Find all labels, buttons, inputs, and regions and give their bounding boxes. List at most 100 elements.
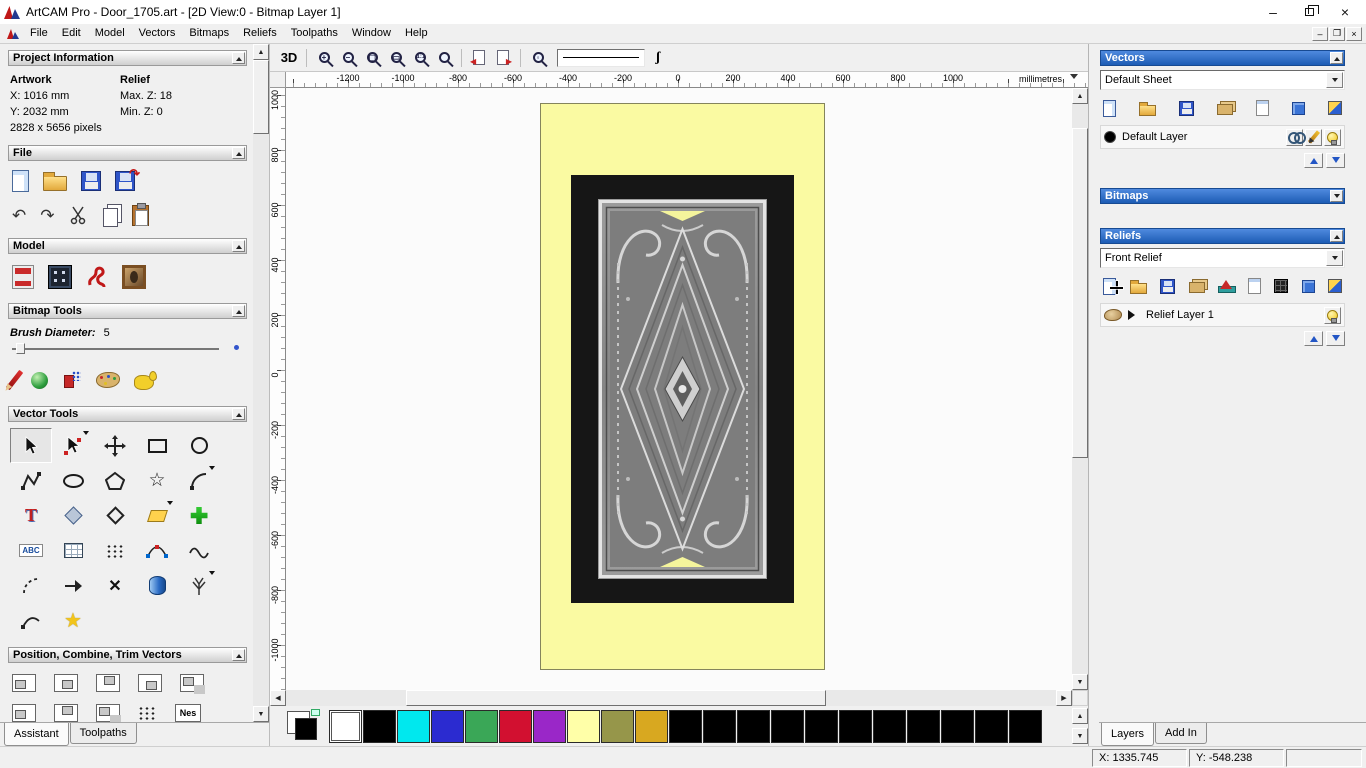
new-relief-layer-icon[interactable] — [1103, 277, 1116, 295]
zoom-selection-button[interactable]: ◦ — [527, 47, 549, 69]
nesting-icon[interactable]: Nes — [175, 704, 201, 722]
link-layer-button[interactable] — [1286, 128, 1306, 146]
brush-diameter-slider[interactable] — [12, 342, 239, 356]
palette-swatch[interactable] — [329, 709, 362, 743]
freehand-pen-button[interactable]: ʃ — [647, 47, 669, 69]
open-file-icon[interactable] — [43, 172, 67, 191]
palette-swatch[interactable] — [533, 709, 566, 743]
tab-assistant[interactable]: Assistant — [4, 723, 69, 746]
edit-layer-button[interactable] — [1305, 128, 1322, 146]
scroll-thumb[interactable] — [406, 690, 826, 706]
layer-name[interactable]: Default Layer — [1122, 131, 1284, 143]
menu-window[interactable]: Window — [345, 25, 398, 42]
create-text-tool[interactable]: T — [10, 498, 52, 533]
spray-icon[interactable] — [62, 370, 82, 390]
new-sheet-icon[interactable] — [1256, 100, 1269, 116]
block-copy-tool[interactable] — [178, 498, 220, 533]
close-button[interactable]: × — [1327, 1, 1363, 23]
direction-tool[interactable] — [52, 568, 94, 603]
scroll-track[interactable] — [1072, 104, 1088, 674]
align-grid-icon[interactable] — [96, 704, 120, 722]
slider-thumb[interactable] — [16, 343, 25, 354]
create-circle-tool[interactable] — [178, 428, 220, 463]
open-relief-layer-icon[interactable] — [1129, 279, 1147, 294]
align-left-icon[interactable] — [12, 674, 36, 692]
open-vector-layer-icon[interactable] — [1139, 101, 1156, 116]
new-vector-layer-icon[interactable] — [1103, 99, 1116, 117]
save-vector-layer-icon[interactable] — [1179, 100, 1194, 116]
palette-swatch[interactable] — [771, 709, 804, 743]
greyscale-view-icon[interactable] — [48, 265, 72, 289]
palette-swatch[interactable] — [635, 709, 668, 743]
greyscale-preview-icon[interactable] — [1274, 279, 1288, 293]
scroll-right-button[interactable]: ▶ — [1056, 690, 1072, 706]
dropdown-button[interactable] — [1326, 250, 1343, 266]
create-ellipse-tool[interactable] — [52, 463, 94, 498]
layer-color-swatch[interactable] — [1104, 131, 1116, 143]
create-rectangle-tool[interactable] — [136, 428, 178, 463]
sphere-paint-icon[interactable] — [31, 371, 48, 389]
layer-visibility-button[interactable] — [1324, 128, 1341, 146]
scroll-up-button[interactable]: ▲ — [253, 44, 269, 60]
scroll-left-button[interactable]: ◀ — [270, 690, 286, 706]
toggle-3d-view-button[interactable]: 3D — [278, 47, 300, 69]
close-curve-tool[interactable] — [10, 603, 52, 638]
transform-vectors-tool[interactable] — [94, 428, 136, 463]
vertical-scrollbar[interactable]: ▲ ▼ — [1072, 88, 1088, 690]
star-wizard-tool[interactable]: ★ — [52, 603, 94, 638]
toggle-all-visibility-icon[interactable] — [1328, 279, 1342, 293]
save-file-icon[interactable] — [81, 171, 101, 191]
merge-relief-layers-icon[interactable] — [1188, 282, 1205, 293]
move-layer-up-button[interactable] — [1304, 153, 1323, 168]
scroll-up-button[interactable]: ▲ — [1072, 88, 1088, 104]
primary-secondary-color-selector[interactable] — [286, 709, 326, 743]
scroll-down-button[interactable]: ▼ — [1072, 674, 1088, 690]
trim-vectors-tool[interactable]: ✕ — [94, 568, 136, 603]
previous-bitmap-layer-button[interactable]: ◀ — [468, 47, 490, 69]
move-layer-down-button[interactable] — [1326, 153, 1345, 168]
line-style-select[interactable] — [557, 48, 645, 67]
smooth-wave-tool[interactable] — [178, 533, 220, 568]
zoom-object-button[interactable] — [433, 47, 455, 69]
merge-layers-icon[interactable] — [1217, 104, 1233, 115]
offset-vectors-tool[interactable] — [136, 498, 178, 533]
relief-layer-row[interactable]: Relief Layer 1 — [1100, 303, 1345, 327]
save-relief-layer-icon[interactable] — [1160, 278, 1175, 294]
align-top-icon[interactable] — [96, 674, 120, 692]
scroll-thumb[interactable] — [253, 60, 269, 134]
palette-swatch[interactable] — [805, 709, 838, 743]
tab-add-in[interactable]: Add In — [1155, 723, 1207, 744]
menu-reliefs[interactable]: Reliefs — [236, 25, 284, 42]
text-in-box-tool[interactable]: ABC — [10, 533, 52, 568]
menu-bitmaps[interactable]: Bitmaps — [182, 25, 236, 42]
load-bitmap-painting-icon[interactable] — [122, 265, 146, 289]
fillet-tool[interactable] — [94, 498, 136, 533]
menu-model[interactable]: Model — [88, 25, 132, 42]
toggle-all-visibility-icon[interactable] — [1328, 101, 1342, 115]
collapse-button[interactable] — [232, 240, 245, 252]
collapse-button[interactable] — [1330, 230, 1343, 242]
expand-arrow-icon[interactable] — [1128, 310, 1140, 320]
sheet-select[interactable]: Default Sheet — [1100, 70, 1345, 90]
extrude-tool[interactable] — [136, 568, 178, 603]
grid-tool[interactable] — [52, 533, 94, 568]
horizontal-scrollbar[interactable]: ◀ ▶ — [270, 690, 1088, 706]
align-h-icon[interactable] — [12, 704, 36, 722]
layer-visibility-button[interactable] — [1324, 306, 1341, 324]
create-polyline-tool[interactable] — [10, 463, 52, 498]
cube-icon[interactable] — [1301, 279, 1315, 293]
collapse-button[interactable] — [232, 649, 245, 661]
flood-fill-icon[interactable] — [134, 370, 157, 390]
palette-swatch[interactable] — [907, 709, 940, 743]
cube-icon[interactable] — [1292, 101, 1305, 115]
restore-button[interactable] — [1291, 1, 1327, 23]
cut-icon[interactable] — [69, 205, 89, 225]
canvas-viewport[interactable] — [286, 88, 1072, 690]
palette-swatch[interactable] — [363, 709, 396, 743]
dropdown-button[interactable] — [1326, 72, 1343, 88]
pencil-icon[interactable] — [5, 369, 24, 391]
zoom-out-button[interactable]: – — [337, 47, 359, 69]
menu-help[interactable]: Help — [398, 25, 435, 42]
palette-swatch[interactable] — [499, 709, 532, 743]
palette-swatch[interactable] — [873, 709, 906, 743]
